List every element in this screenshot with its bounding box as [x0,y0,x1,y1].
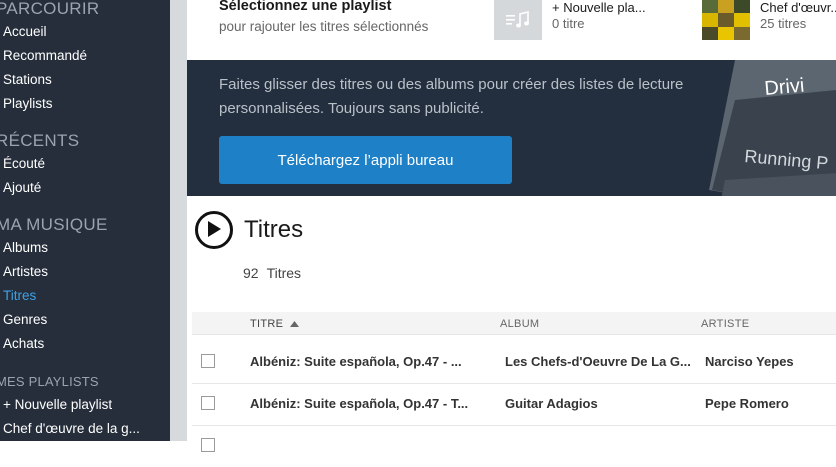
playlist-selector-title: Sélectionnez une playlist [219,0,392,14]
track-album[interactable]: Guitar Adagios [505,396,697,411]
page-title: Titres [244,216,304,243]
banner-text: Faites glisser des titres ou des albums … [219,76,684,117]
sidebar-item-stations[interactable]: Stations [3,72,52,87]
sidebar-item-achats[interactable]: Achats [3,336,44,351]
playlist-new-name[interactable]: + Nouvelle pla... [552,0,646,15]
sidebar-scroll-gutter [170,0,187,441]
table-row[interactable]: Albéniz: Suite española, Op.47 - T... Gu… [192,383,836,426]
table-header: TITRE ALBUM ARTISTE [192,312,836,335]
playlist-new-count: 0 titre [552,16,585,31]
banner-art-label-1: Drivi [764,75,806,100]
sidebar-item-genres[interactable]: Genres [3,312,47,327]
play-all-button[interactable] [195,211,233,249]
sidebar-heading-mes-playlists: MES PLAYLISTS [0,374,99,389]
track-count-number: 92 [243,265,259,281]
desktop-app-banner: Faites glisser des titres ou des albums … [187,60,836,196]
track-artist[interactable]: Narciso Yepes [705,354,835,369]
row-checkbox[interactable] [201,396,215,410]
track-artist[interactable]: Pepe Romero [705,396,835,411]
sidebar: PARCOURIR Accueil Recommandé Stations Pl… [0,0,170,441]
tracks-view: Titres 92 Titres TITRE ALBUM ARTISTE Albé… [187,196,836,452]
track-count: 92 Titres [243,265,301,281]
column-header-artist[interactable]: ARTISTE [701,318,749,330]
table-row[interactable] [192,425,836,467]
table-row[interactable]: Albéniz: Suite española, Op.47 - ... Les… [192,341,836,384]
playlist-chef-count: 25 titres [760,16,807,31]
track-title[interactable]: Albéniz: Suite española, Op.47 - T... [250,396,478,411]
album-cover[interactable] [702,0,750,40]
sidebar-item-playlist-chef-doeuvre[interactable]: Chef d'œuvre de la g... [3,421,140,436]
track-title[interactable]: Albéniz: Suite española, Op.47 - ... [250,354,478,369]
sidebar-heading-recents: RÉCENTS [0,131,80,150]
sidebar-item-new-playlist[interactable]: + Nouvelle playlist [3,397,112,412]
sidebar-heading-ma-musique: MA MUSIQUE [0,215,108,234]
music-note-add-icon[interactable] [494,0,542,40]
row-checkbox[interactable] [201,354,215,368]
play-icon [208,221,221,237]
sidebar-item-albums[interactable]: Albums [3,240,48,255]
sidebar-heading-parcourir: PARCOURIR [0,0,100,18]
sort-ascending-icon [289,321,299,327]
row-checkbox[interactable] [201,438,215,452]
column-header-title[interactable]: TITRE [250,318,299,330]
playlist-selector-subtitle: pour rajouter les titres sélectionnés [219,19,429,34]
column-header-title-label: TITRE [250,318,284,330]
playlist-selector: Sélectionnez une playlist pour rajouter … [187,0,836,60]
banner-playlist-art: Drivi Running P [709,60,836,196]
sidebar-item-titres[interactable]: Titres [3,288,36,303]
track-album[interactable]: Les Chefs-d'Oeuvre De La G... [505,354,697,369]
sidebar-item-playlists[interactable]: Playlists [3,96,53,111]
track-count-label: Titres [266,265,302,281]
sidebar-item-ajoute[interactable]: Ajouté [3,180,41,195]
sidebar-item-accueil[interactable]: Accueil [3,24,47,39]
sidebar-item-recommande[interactable]: Recommandé [3,48,87,63]
sidebar-item-artistes[interactable]: Artistes [3,264,48,279]
playlist-chef-name[interactable]: Chef d'œuvr... [760,0,836,15]
column-header-album[interactable]: ALBUM [500,318,539,330]
sidebar-item-ecoute[interactable]: Écouté [3,156,45,171]
download-desktop-app-button[interactable]: Téléchargez l’appli bureau [219,136,512,184]
